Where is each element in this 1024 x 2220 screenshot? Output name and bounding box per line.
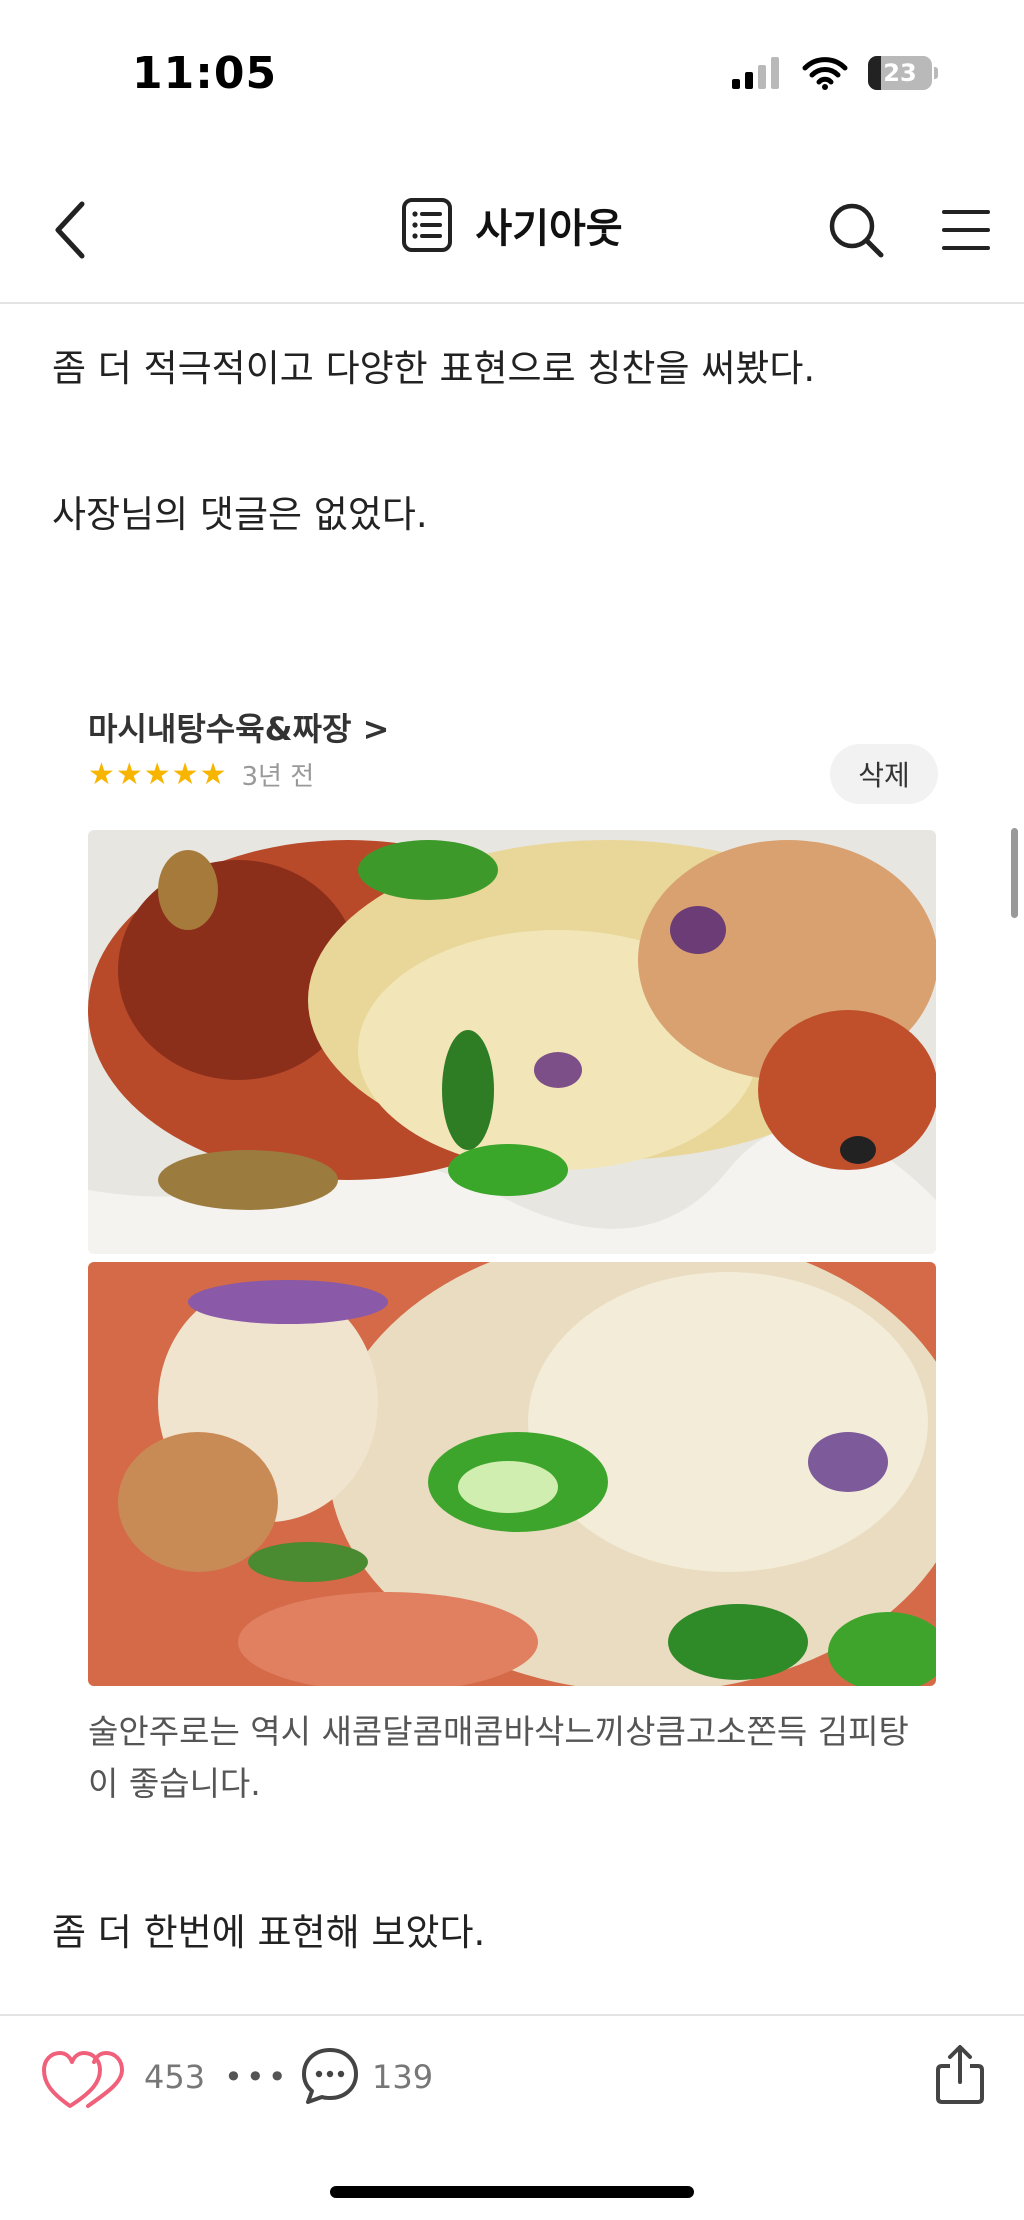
page-title: 사기아웃: [475, 206, 623, 252]
heart-icon: [42, 2051, 124, 2108]
hamburger-icon: [942, 210, 990, 250]
comment-icon: [302, 2048, 358, 2104]
share-icon: [936, 2045, 984, 2104]
comment-button[interactable]: [300, 2046, 360, 2110]
nav-bar: 사기아웃: [0, 176, 1024, 304]
scroll-indicator[interactable]: [1011, 828, 1018, 918]
food-photo-2: [88, 1262, 936, 1686]
wifi-icon: [802, 57, 848, 90]
status-time: 11:05: [132, 48, 278, 99]
review-photo[interactable]: [88, 1262, 936, 1686]
menu-button[interactable]: [930, 194, 1002, 266]
share-button[interactable]: [934, 2042, 986, 2110]
battery-tip: [934, 67, 938, 79]
list-icon: [402, 198, 453, 252]
more-button[interactable]: •••: [224, 2058, 290, 2096]
comment-count: 139: [372, 2058, 434, 2096]
review-shop-link[interactable]: 마시내탕수육&짜장 >: [88, 704, 389, 750]
search-icon: [829, 203, 884, 258]
search-button[interactable]: [820, 194, 892, 266]
rating-stars: ★★★★★: [88, 757, 228, 792]
status-icons: 23: [732, 56, 938, 90]
home-indicator[interactable]: [330, 2186, 694, 2198]
bottom-action-bar: 453 ••• 139: [0, 2014, 1024, 2146]
like-count: 453: [144, 2058, 206, 2096]
review-rating: ★★★★★ 3년 전: [88, 756, 314, 793]
food-photo-1: [88, 830, 936, 1254]
battery-level: 23: [883, 59, 917, 87]
article-paragraph: 좀 더 적극적이고 다양한 표현으로 칭찬을 써봤다.: [52, 347, 816, 390]
battery-icon: 23: [868, 56, 932, 90]
like-button[interactable]: [40, 2048, 126, 2116]
review-date: 3년 전: [241, 762, 315, 792]
delete-button[interactable]: 삭제: [830, 744, 938, 804]
article-paragraph: 사장님의 댓글은 없었다.: [52, 493, 428, 536]
review-photo[interactable]: [88, 830, 936, 1254]
review-body-text: 술안주로는 역시 새콤달콤매콤바삭느끼상큼고소쫀득 김피탕이 좋습니다.: [88, 1712, 909, 1803]
status-bar: 11:05 23: [0, 0, 1024, 150]
cellular-signal-icon: [732, 57, 779, 89]
article-paragraph: 좀 더 한번에 표현해 보았다.: [52, 1911, 486, 1954]
